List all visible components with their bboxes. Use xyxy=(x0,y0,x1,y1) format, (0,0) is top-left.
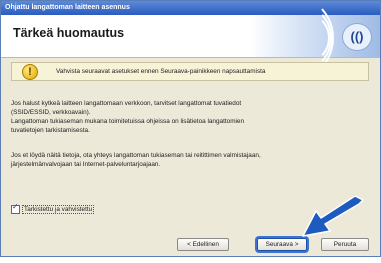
info-line: Jos et löydä näitä tietoja, ota yhteys l… xyxy=(11,152,261,159)
info-line: tuvatietojen tarkistamisesta. xyxy=(11,127,90,134)
page-title: Tärkeä huomautus xyxy=(13,26,125,40)
confirm-checkbox[interactable]: ✓ xyxy=(11,202,20,214)
info-line: järjestelmänvalvojaan tai Internet-palve… xyxy=(11,161,161,168)
wave-arc xyxy=(284,13,330,63)
info-paragraph-1: Jos halust kytkeä laitteen langattomaan … xyxy=(11,99,369,135)
confirm-checkbox-row[interactable]: ✓ Tarkistettu ja vahvistettu xyxy=(11,202,95,214)
confirm-checkbox-label[interactable]: Tarkistettu ja vahvistettu xyxy=(22,205,95,214)
checkmark-icon: ✓ xyxy=(12,202,19,211)
back-button[interactable]: < Edellinen xyxy=(177,238,229,251)
wizard-header: Tärkeä huomautus (() xyxy=(1,1,380,79)
info-line: (SSID/ESSID, verkkoavain). xyxy=(11,109,91,116)
info-paragraph-2: Jos et löydä näitä tietoja, ota yhteys l… xyxy=(11,151,369,169)
info-line: Langattoman tukiaseman mukana toimitetui… xyxy=(11,118,245,125)
pointer-arrow-icon xyxy=(302,196,364,237)
wireless-banner-art: (() xyxy=(250,1,380,79)
warning-icon: ! xyxy=(22,64,38,80)
pointer-arrow-shape xyxy=(302,196,364,237)
wireless-logo-icon: (() xyxy=(342,23,372,51)
notice-text: Vahvista seuraavat asetukset ennen Seura… xyxy=(56,68,266,75)
info-line: Jos halust kytkeä laitteen langattomaan … xyxy=(11,100,242,107)
notice-banner: ! Vahvista seuraavat asetukset ennen Seu… xyxy=(11,62,369,81)
